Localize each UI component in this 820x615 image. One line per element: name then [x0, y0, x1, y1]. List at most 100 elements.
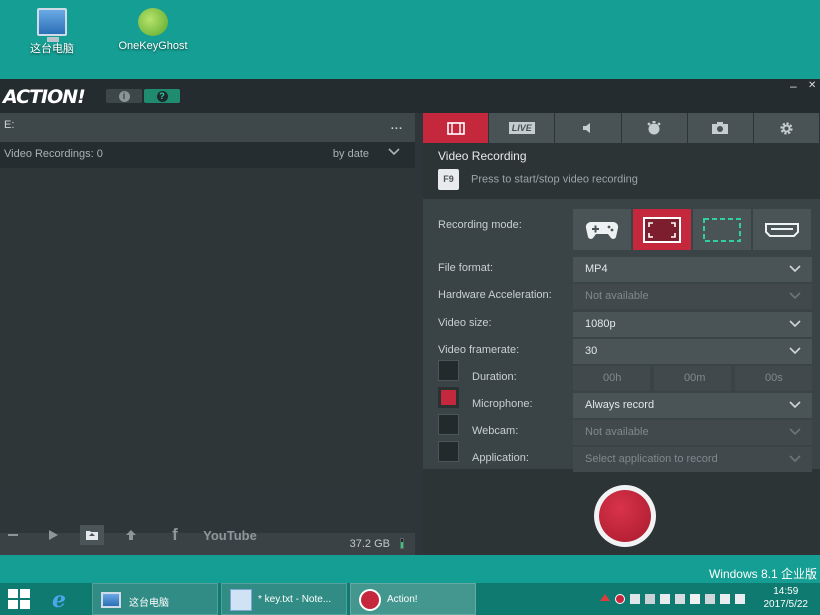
- application-value: Select application to record: [585, 453, 718, 465]
- play-button[interactable]: [42, 525, 64, 545]
- mode-region-button[interactable]: [693, 209, 751, 250]
- recordings-pane: E: ... Video Recordings: 0 by date: [0, 113, 415, 487]
- duration-label: Duration:: [472, 371, 517, 383]
- video-size-select[interactable]: 1080p: [573, 312, 812, 337]
- tab-video-recording[interactable]: [423, 113, 489, 143]
- taskbar-item-label: * key.txt - Note...: [258, 594, 332, 605]
- desktop-icon-label: 这台电脑: [30, 43, 74, 55]
- taskbar-item-this-pc[interactable]: 这台电脑: [92, 583, 218, 615]
- volume-icon[interactable]: [735, 594, 745, 604]
- tray-app-icon[interactable]: [705, 594, 715, 604]
- file-format-select[interactable]: MP4: [573, 257, 812, 282]
- tray-app-icon[interactable]: [675, 594, 685, 604]
- minus-icon: [8, 534, 18, 536]
- desktop-icon-this-pc[interactable]: 这台电脑: [12, 8, 92, 56]
- upload-button[interactable]: [120, 525, 142, 545]
- close-button[interactable]: ✕: [808, 80, 816, 91]
- tray-app-icon[interactable]: [645, 594, 655, 604]
- desktop-icon-label: OneKeyGhost: [118, 40, 188, 52]
- computer-icon: [37, 8, 67, 42]
- chevron-down-icon: [788, 316, 802, 333]
- tray-app-icon[interactable]: [660, 594, 670, 604]
- mode-hdmi-button[interactable]: [753, 209, 811, 250]
- webcam-checkbox[interactable]: [438, 414, 459, 435]
- taskbar-item-notepad[interactable]: * key.txt - Note...: [221, 583, 347, 615]
- tab-settings[interactable]: [753, 113, 820, 143]
- sort-chevron-down-icon[interactable]: [387, 144, 401, 161]
- gamepad-icon: [585, 221, 619, 239]
- tray-app-icon[interactable]: [690, 594, 700, 604]
- mode-tabs: LIVE: [423, 113, 820, 143]
- hw-accel-value: Not available: [585, 290, 649, 302]
- tray-app-icon[interactable]: [630, 594, 640, 604]
- clock[interactable]: 14:59 2017/5/22: [764, 585, 809, 611]
- stopwatch-icon: [647, 121, 661, 135]
- film-icon: [446, 121, 465, 135]
- hdmi-icon: [765, 222, 799, 237]
- taskbar-item-label: Action!: [387, 594, 418, 605]
- recordings-count: Video Recordings: 0: [4, 148, 103, 160]
- folder-icon: [86, 531, 98, 540]
- help-button[interactable]: ?: [144, 89, 180, 103]
- chevron-down-icon: [788, 451, 802, 468]
- info-button[interactable]: i: [106, 89, 142, 103]
- open-folder-button[interactable]: [80, 525, 104, 545]
- section-title: Video Recording: [438, 149, 527, 163]
- system-tray: [600, 594, 745, 604]
- hotkey-hint-text: Press to start/stop video recording: [471, 173, 638, 186]
- desktop-icon-onekeyghost[interactable]: OneKeyGhost: [113, 8, 193, 52]
- windows-edition-watermark: Windows 8.1 企业版: [708, 567, 817, 581]
- sort-label[interactable]: by date: [333, 148, 369, 160]
- framerate-label: Video framerate:: [438, 344, 520, 356]
- record-button[interactable]: [594, 485, 656, 547]
- duration-checkbox[interactable]: [438, 360, 459, 381]
- windows-logo-icon: [20, 589, 30, 598]
- mode-game-button[interactable]: [573, 209, 631, 250]
- tray-record-icon[interactable]: [615, 594, 625, 604]
- speaker-icon: [582, 123, 590, 133]
- facebook-button[interactable]: f: [164, 525, 186, 545]
- computer-icon: [101, 592, 121, 608]
- tab-benchmark[interactable]: [621, 113, 687, 143]
- folder-path-bar[interactable]: E: ...: [0, 113, 415, 142]
- application-select[interactable]: Select application to record: [573, 447, 812, 472]
- tray-arrow-icon[interactable]: [600, 594, 610, 601]
- framerate-select[interactable]: 30: [573, 339, 812, 364]
- browse-folder-button[interactable]: ...: [391, 120, 403, 132]
- framerate-value: 30: [585, 345, 598, 357]
- taskbar: e 这台电脑 * key.txt - Note... Action! 14:59…: [0, 583, 820, 615]
- record-icon: [599, 490, 651, 542]
- microphone-select[interactable]: Always record: [573, 393, 812, 418]
- minimize-button[interactable]: –: [790, 79, 797, 93]
- network-icon[interactable]: [720, 594, 730, 604]
- action-logo: ACTION!: [3, 86, 86, 108]
- hotkey-hint: F9 Press to start/stop video recording: [438, 169, 638, 190]
- tab-screenshot[interactable]: [687, 113, 753, 143]
- internet-explorer-icon[interactable]: e: [52, 587, 78, 613]
- windows-logo-icon: [8, 600, 18, 609]
- chevron-down-icon: [788, 397, 802, 414]
- delete-button[interactable]: [2, 525, 24, 545]
- application-label: Application:: [472, 452, 529, 464]
- recording-mode-label: Recording mode:: [438, 219, 522, 231]
- chevron-down-icon: [788, 288, 802, 305]
- clock-date: 2017/5/22: [763, 599, 809, 610]
- tab-live-streaming[interactable]: LIVE: [489, 113, 555, 143]
- recordings-header: Video Recordings: 0 by date: [0, 142, 415, 168]
- application-checkbox[interactable]: [438, 441, 459, 462]
- hotkey-key: F9: [438, 169, 459, 190]
- settings-pane: LIVE Video Recording F9 Press to start/st…: [423, 113, 820, 555]
- microphone-checkbox[interactable]: [438, 387, 459, 408]
- hw-accel-label: Hardware Acceleration:: [438, 289, 552, 301]
- taskbar-item-action[interactable]: Action!: [350, 583, 476, 615]
- mode-fullscreen-button[interactable]: [633, 209, 691, 250]
- windows-logo-icon: [8, 589, 18, 598]
- gear-icon: [780, 121, 793, 135]
- microphone-value: Always record: [585, 399, 655, 411]
- title-bar: ACTION! i ? – ✕: [0, 79, 820, 113]
- start-button[interactable]: [8, 589, 30, 609]
- tab-audio[interactable]: [555, 113, 621, 143]
- youtube-button[interactable]: YouTube: [203, 525, 257, 545]
- clock-time: 14:59: [773, 586, 799, 597]
- live-icon: LIVE: [508, 122, 535, 134]
